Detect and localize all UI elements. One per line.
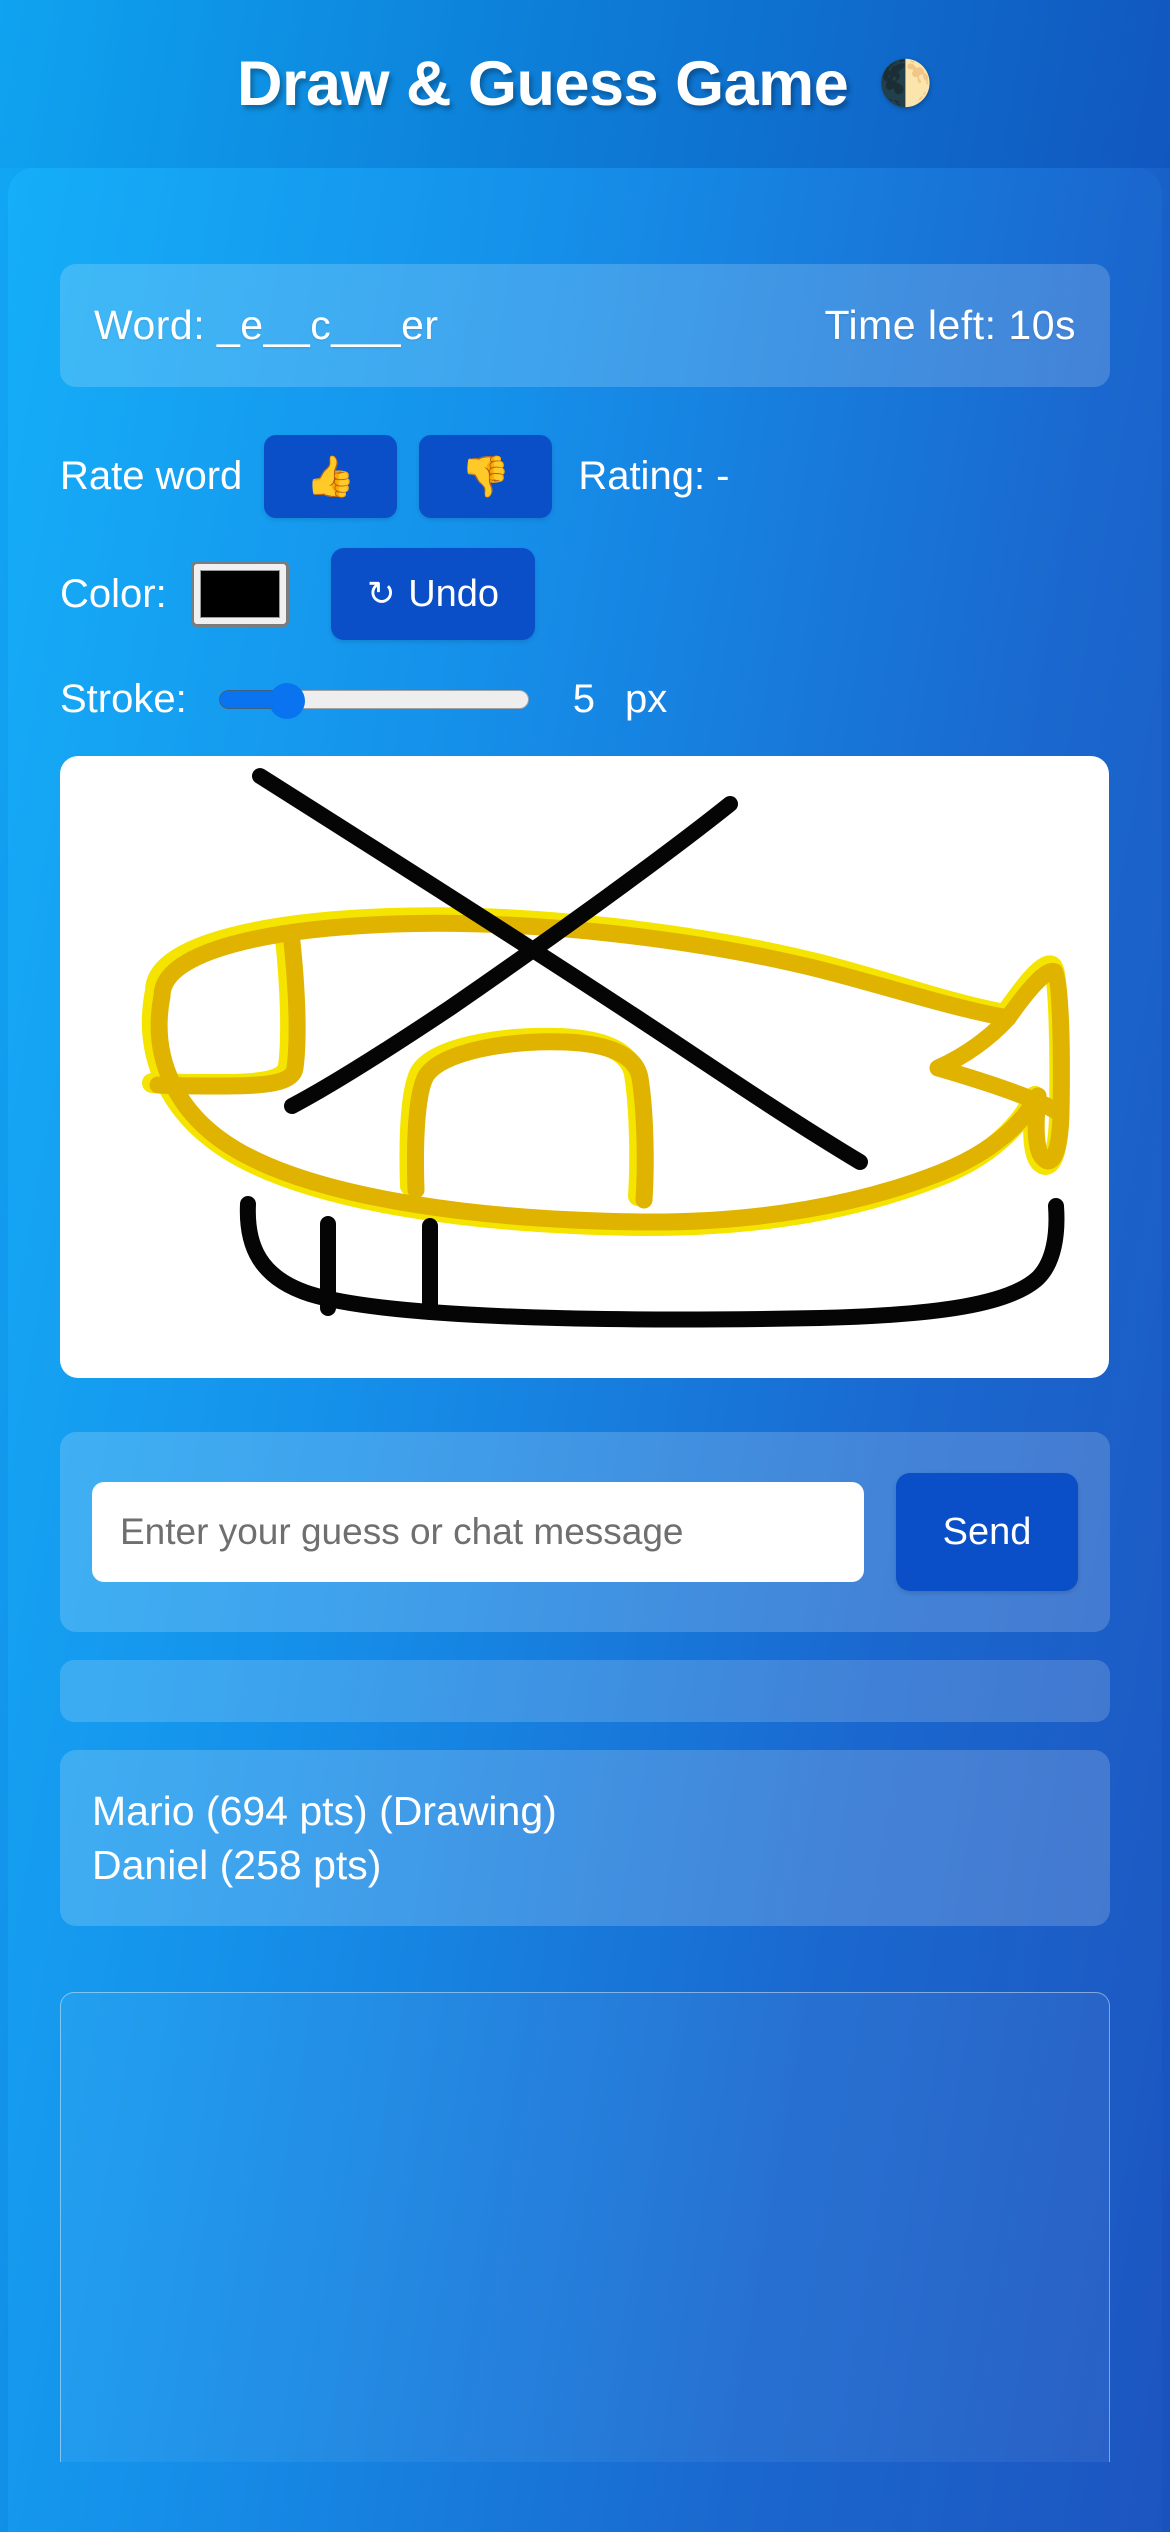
stroke-width-slider[interactable] bbox=[218, 683, 529, 719]
status-bar bbox=[60, 1660, 1110, 1722]
timer-display: Time left: 10s bbox=[824, 302, 1076, 348]
page-title: Draw & Guess Game bbox=[236, 49, 849, 119]
send-button[interactable]: Send bbox=[896, 1473, 1078, 1591]
list-item: Mario (694 pts) (Drawing) bbox=[92, 1788, 557, 1834]
drawing-canvas[interactable] bbox=[60, 756, 1109, 1378]
canvas-drawing bbox=[141, 768, 1070, 1328]
bottom-panel bbox=[60, 1992, 1110, 2463]
color-label: Color: bbox=[60, 571, 167, 616]
thumbs-down-icon: 👎 bbox=[460, 454, 511, 499]
chat-input[interactable] bbox=[92, 1482, 864, 1582]
color-swatch-fill bbox=[199, 570, 280, 618]
rate-word-label: Rate word bbox=[60, 454, 243, 498]
color-tool-row: Color: ↺ Undo bbox=[60, 548, 1110, 640]
thumbs-up-button[interactable]: 👍 bbox=[264, 435, 398, 518]
rate-word-row: Rate word 👍 👎 Rating: - bbox=[60, 435, 1110, 518]
word-timer-bar: Word: _e__c___er Time left: 10s bbox=[60, 264, 1110, 387]
app-header: Draw & Guess Game 🌓 bbox=[0, 0, 1170, 168]
rating-value: Rating: - bbox=[578, 454, 730, 498]
stroke-unit-label: px bbox=[624, 676, 668, 721]
stroke-value: 5 bbox=[572, 676, 595, 721]
list-item: Daniel (258 pts) bbox=[92, 1842, 382, 1889]
undo-icon: ↺ bbox=[366, 575, 396, 613]
color-picker-input[interactable] bbox=[190, 561, 289, 627]
player-list: Mario (694 pts) (Drawing) Daniel (258 pt… bbox=[60, 1750, 1110, 1927]
undo-button[interactable]: ↺ Undo bbox=[330, 548, 536, 640]
stroke-label: Stroke: bbox=[60, 676, 187, 721]
moon-icon[interactable]: 🌓 bbox=[878, 62, 933, 106]
game-container: Word: _e__c___er Time left: 10s Rate wor… bbox=[8, 168, 1162, 2532]
thumbs-up-icon: 👍 bbox=[305, 454, 356, 499]
thumbs-down-button[interactable]: 👎 bbox=[419, 435, 553, 518]
undo-label: Undo bbox=[408, 572, 500, 615]
stroke-tool-row: Stroke: 5 px bbox=[60, 668, 1110, 730]
word-display: Word: _e__c___er bbox=[94, 302, 439, 348]
chat-panel: Send bbox=[60, 1432, 1110, 1632]
slider-thumb[interactable] bbox=[268, 683, 305, 719]
